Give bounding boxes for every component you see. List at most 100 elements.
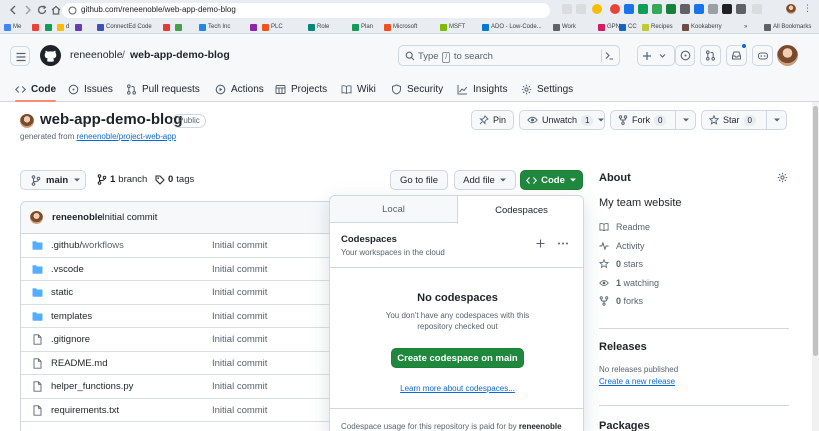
extension-icon[interactable]: [610, 4, 620, 14]
branches-link[interactable]: 1 branch: [97, 174, 147, 185]
file-commit-message[interactable]: Initial commit: [212, 311, 267, 322]
page-scrollbar[interactable]: [812, 102, 819, 431]
pin-button[interactable]: Pin: [471, 110, 514, 130]
commit-message[interactable]: Initial commit: [102, 212, 157, 223]
create-codespace-button[interactable]: Create codespace on main: [391, 348, 524, 368]
about-item-watching[interactable]: 1 watching: [599, 278, 659, 288]
bookmark-item[interactable]: [250, 22, 257, 32]
bookmark-item[interactable]: ConnectEd Code: [97, 22, 152, 32]
scrollbar-thumb[interactable]: [813, 106, 818, 356]
back-icon[interactable]: [7, 4, 19, 16]
tab-insights[interactable]: Insights: [457, 77, 507, 102]
file-row[interactable]: requirements.txt Initial commit: [21, 399, 339, 422]
sidebar-icon[interactable]: [752, 4, 762, 14]
tab-issues[interactable]: Issues: [68, 77, 113, 102]
extension-icon[interactable]: [624, 4, 634, 14]
pull-requests-button[interactable]: [700, 45, 721, 66]
command-palette-icon[interactable]: [601, 49, 615, 62]
extension-icon[interactable]: [666, 4, 676, 14]
tab-code[interactable]: Code: [15, 77, 56, 102]
file-name[interactable]: static: [51, 287, 73, 298]
tags-link[interactable]: 0 tags: [155, 174, 194, 185]
chevron-down-icon[interactable]: [597, 111, 605, 129]
bookmark-item[interactable]: All Bookmarks: [764, 22, 811, 32]
tab-codespaces[interactable]: Codespaces: [457, 196, 583, 224]
file-row[interactable]: README.md Initial commit: [21, 352, 339, 375]
extension-icon[interactable]: [694, 4, 704, 14]
star-button[interactable]: Star 0: [701, 110, 787, 130]
tab-wiki[interactable]: Wiki: [341, 77, 376, 102]
file-row[interactable]: .vscode Initial commit: [21, 258, 339, 281]
file-commit-message[interactable]: Initial commit: [212, 334, 267, 345]
forward-icon[interactable]: [22, 4, 34, 16]
bookmark-item[interactable]: Kookaberry: [682, 22, 722, 32]
more-bookmarks-button[interactable]: »: [744, 22, 747, 32]
user-avatar[interactable]: [777, 45, 798, 66]
about-item-stars[interactable]: 0 stars: [599, 259, 643, 269]
file-name[interactable]: requirements.txt: [51, 405, 119, 416]
bookmark-star-icon[interactable]: [592, 4, 602, 14]
tab-security[interactable]: Security: [391, 77, 443, 102]
file-row[interactable]: .gitignore Initial commit: [21, 328, 339, 352]
reload-icon[interactable]: [36, 4, 48, 16]
bookmark-item[interactable]: Me: [4, 22, 21, 32]
bookmark-item[interactable]: ADO - Low-Code...: [482, 22, 542, 32]
extension-icon[interactable]: [652, 4, 662, 14]
extensions-puzzle-icon[interactable]: [736, 4, 746, 14]
search-input[interactable]: Type / to search: [398, 45, 620, 66]
bookmark-item[interactable]: CC: [619, 22, 637, 32]
file-commit-message[interactable]: Initial commit: [212, 287, 267, 298]
bookmark-item[interactable]: [45, 22, 52, 32]
file-name[interactable]: .vscode: [51, 264, 84, 275]
more-options-icon[interactable]: [557, 238, 568, 249]
profile-avatar[interactable]: [786, 4, 796, 14]
bookmark-item[interactable]: Recipes: [642, 22, 673, 32]
bookmark-item[interactable]: Plan: [352, 22, 373, 32]
branch-selector[interactable]: main: [20, 170, 86, 190]
site-info-icon[interactable]: [68, 6, 77, 15]
about-item-forks[interactable]: 0 forks: [599, 296, 643, 306]
commit-author-avatar[interactable]: [30, 211, 43, 224]
file-row[interactable]: .github/workflows Initial commit: [21, 234, 339, 258]
tab-actions[interactable]: Actions: [215, 77, 264, 102]
packages-title[interactable]: Packages: [599, 420, 650, 431]
about-item-activity[interactable]: Activity: [599, 241, 645, 251]
file-name[interactable]: .github/workflows: [51, 240, 124, 251]
file-name[interactable]: .gitignore: [51, 334, 90, 345]
add-file-button[interactable]: Add file: [454, 170, 516, 190]
chevron-down-icon[interactable]: [766, 111, 786, 129]
issues-button[interactable]: [675, 45, 695, 66]
extension-icon[interactable]: [722, 4, 732, 14]
github-logo-icon[interactable]: [40, 45, 61, 66]
bookmark-item[interactable]: GPN: [598, 22, 620, 32]
extension-icon[interactable]: [638, 4, 648, 14]
file-commit-message[interactable]: Initial commit: [212, 381, 267, 392]
tab-projects[interactable]: Projects: [275, 77, 327, 102]
tab-settings[interactable]: Settings: [521, 77, 573, 102]
go-to-file-button[interactable]: Go to file: [390, 170, 448, 190]
menu-button[interactable]: [10, 46, 30, 66]
file-row[interactable]: helper_functions.py Initial commit: [21, 375, 339, 399]
bookmark-item[interactable]: MSFT: [440, 22, 465, 32]
plus-icon[interactable]: [535, 238, 546, 249]
file-row[interactable]: templates Initial commit: [21, 305, 339, 328]
address-bar[interactable]: github.com/reneenoble/web-app-demo-blog: [62, 3, 550, 18]
extension-icon[interactable]: [680, 4, 690, 14]
bookmark-item[interactable]: [32, 22, 39, 32]
tab-local[interactable]: Local: [330, 196, 457, 223]
file-commit-message[interactable]: Initial commit: [212, 240, 267, 251]
releases-title[interactable]: Releases: [599, 341, 647, 353]
file-commit-message[interactable]: Initial commit: [212, 358, 267, 369]
unwatch-button[interactable]: Unwatch 1: [519, 110, 605, 130]
menu-dots-icon[interactable]: ⋮: [803, 4, 813, 14]
repo-title[interactable]: web-app-demo-blog: [40, 111, 183, 128]
create-release-link[interactable]: Create a new release: [599, 377, 675, 386]
file-commit-message[interactable]: Initial commit: [212, 405, 267, 416]
file-name[interactable]: README.md: [51, 358, 107, 369]
about-item-readme[interactable]: Readme: [599, 222, 650, 232]
fork-button[interactable]: Fork 0: [610, 110, 696, 130]
bookmark-item[interactable]: Microsoft: [384, 22, 417, 32]
chevron-down-icon[interactable]: [675, 111, 695, 129]
file-name[interactable]: templates: [51, 311, 92, 322]
file-name[interactable]: helper_functions.py: [51, 381, 133, 392]
